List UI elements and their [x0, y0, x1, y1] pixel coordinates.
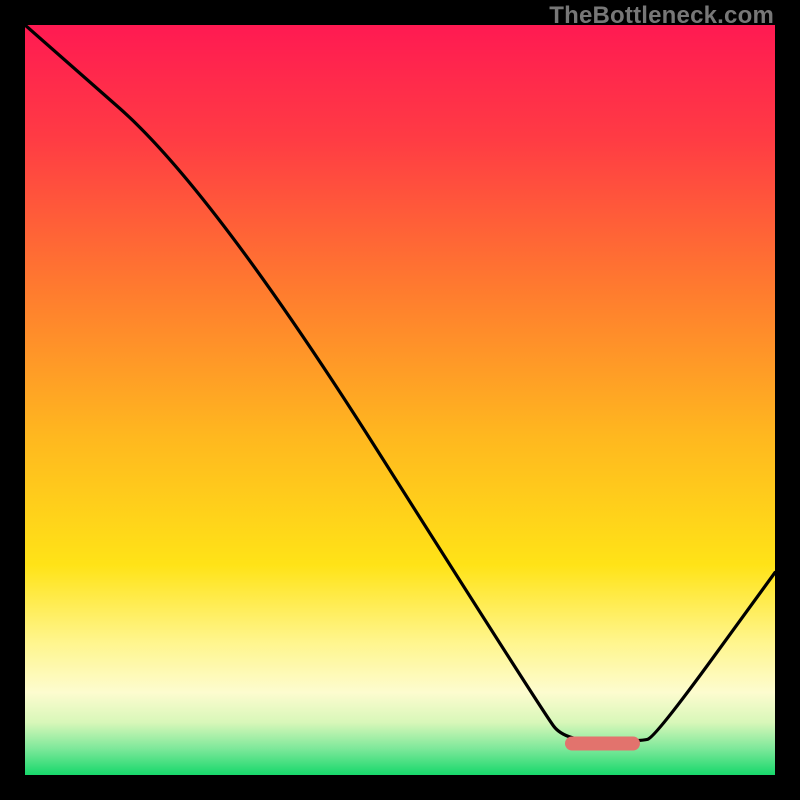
optimal-range-marker: [565, 737, 640, 751]
bottleneck-chart: [25, 25, 775, 775]
gradient-background: [25, 25, 775, 775]
